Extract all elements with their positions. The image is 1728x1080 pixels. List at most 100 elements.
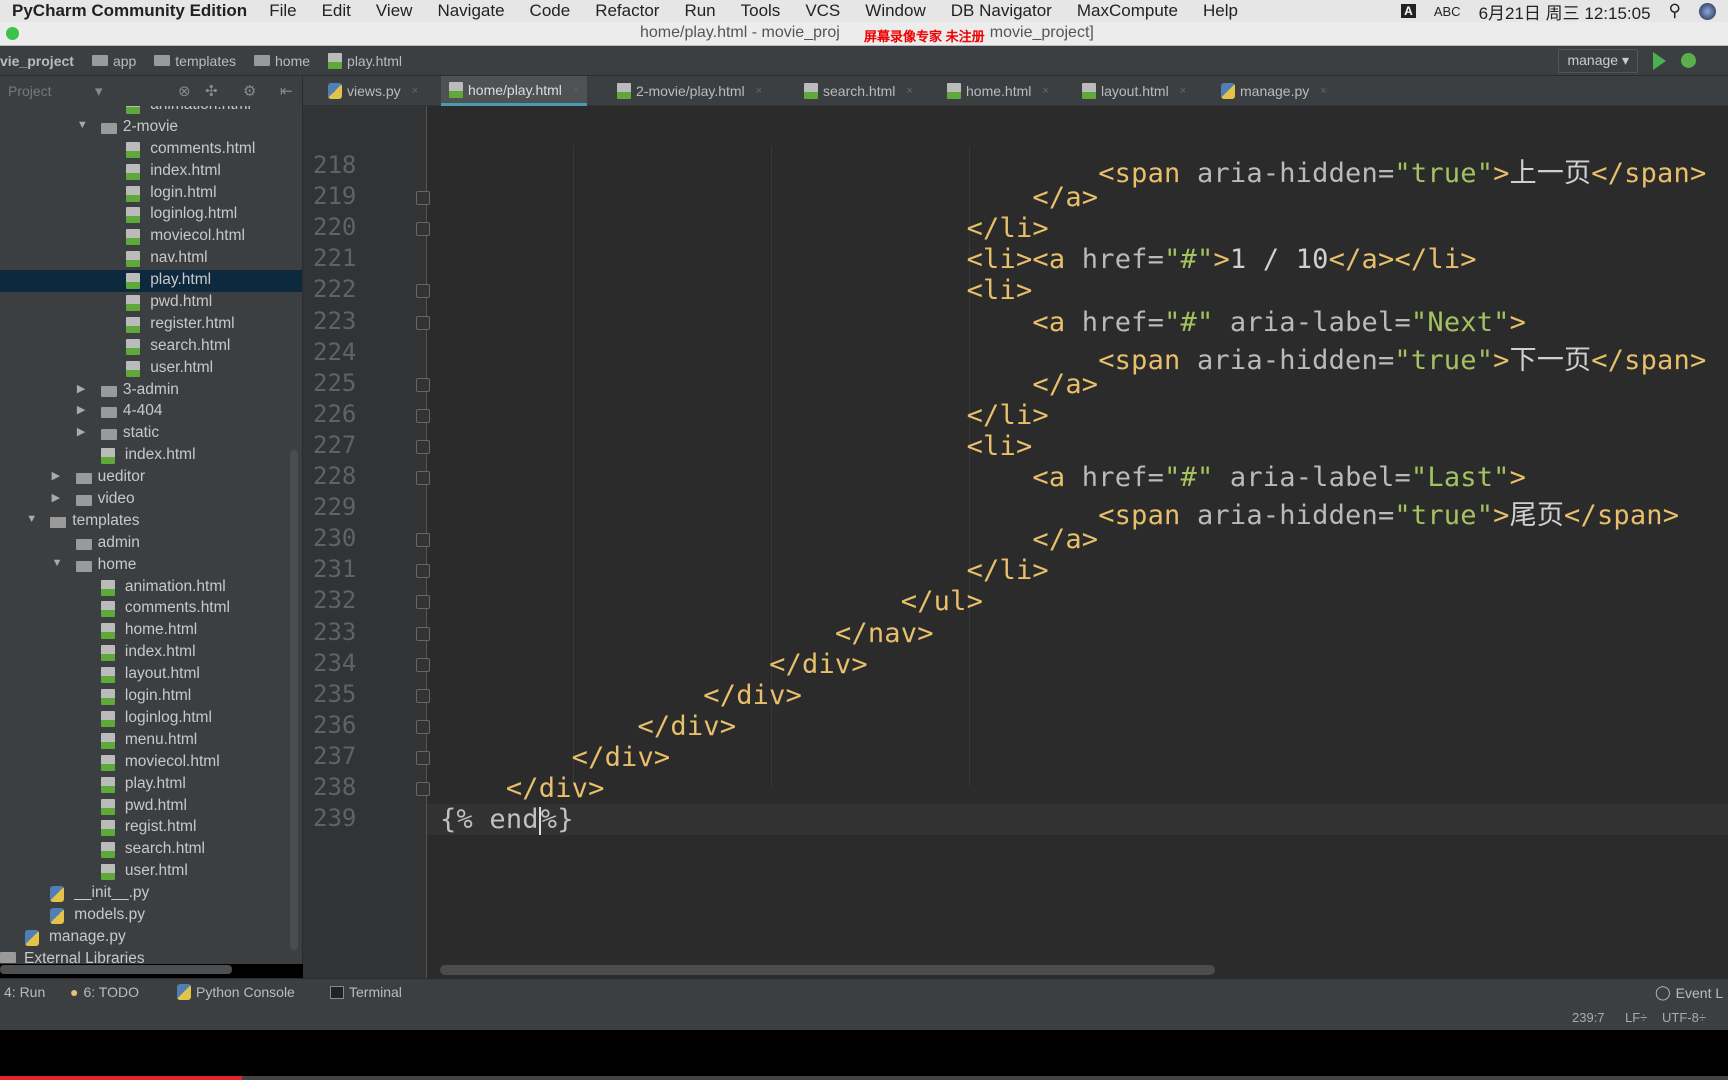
tree-item[interactable]: search.html	[0, 839, 302, 861]
input-source[interactable]: ABC	[1434, 4, 1461, 19]
tree-item[interactable]: index.html	[0, 642, 302, 664]
todo-tool-button[interactable]: ● 6: TODO	[70, 984, 139, 1000]
fold-end-marker[interactable]	[416, 408, 430, 423]
fold-start-marker[interactable]	[416, 471, 430, 485]
close-tab-icon[interactable]: ×	[1042, 85, 1048, 97]
tree-item[interactable]: user.html	[0, 861, 302, 883]
tab-home-play-html[interactable]: home/play.html ×	[441, 76, 588, 106]
tree-item[interactable]: models.py	[0, 905, 302, 927]
tab-manage-py[interactable]: manage.py ×	[1213, 76, 1335, 106]
fold-end-marker[interactable]	[416, 595, 430, 610]
fold-end-marker[interactable]	[416, 657, 430, 672]
tree-item[interactable]: comments.html	[0, 598, 302, 620]
tree-item[interactable]: ▶ 3-admin	[0, 380, 302, 402]
spotlight-search-icon[interactable]: ⚲	[1669, 1, 1681, 21]
line-separator[interactable]: LF÷	[1625, 1010, 1647, 1025]
tab-search-html[interactable]: search.html ×	[796, 76, 921, 106]
chevron-right-icon[interactable]: ▶	[77, 382, 85, 395]
menu-file[interactable]: File	[269, 1, 296, 21]
tree-item[interactable]: nav.html	[0, 248, 302, 270]
close-tab-icon[interactable]: ×	[412, 85, 418, 97]
siri-icon[interactable]	[1699, 2, 1716, 20]
menu-help[interactable]: Help	[1203, 1, 1238, 21]
tree-item[interactable]: home.html	[0, 620, 302, 642]
tree-item[interactable]: play.html	[0, 774, 302, 796]
tree-item[interactable]: loginlog.html	[0, 708, 302, 730]
window-close-button[interactable]	[6, 27, 19, 40]
run-tool-button[interactable]: 4: Run	[4, 984, 45, 1000]
breadcrumb-item[interactable]: templates	[154, 53, 236, 69]
menu-view[interactable]: View	[376, 1, 413, 21]
video-progress-track[interactable]	[0, 1076, 1728, 1080]
tree-item[interactable]: pwd.html	[0, 292, 302, 314]
event-log-button[interactable]: ◯ Event L	[1655, 984, 1723, 1001]
fold-end-marker[interactable]	[416, 533, 430, 548]
fold-end-marker[interactable]	[416, 377, 430, 392]
chevron-down-icon[interactable]: ▼	[26, 513, 37, 525]
tree-item[interactable]: register.html	[0, 314, 302, 336]
fold-end-marker[interactable]	[416, 564, 430, 579]
menu-tools[interactable]: Tools	[741, 1, 781, 21]
file-encoding[interactable]: UTF-8÷	[1662, 1010, 1706, 1025]
tree-item[interactable]: user.html	[0, 358, 302, 380]
tab-2-movie-play-html[interactable]: 2-movie/play.html ×	[609, 76, 770, 106]
breadcrumb-item[interactable]: play.html	[328, 52, 402, 69]
tree-item[interactable]: index.html	[0, 445, 302, 467]
fold-end-marker[interactable]	[416, 719, 430, 734]
menu-code[interactable]: Code	[530, 1, 571, 21]
tree-item[interactable]: menu.html	[0, 730, 302, 752]
tree-horizontal-scrollbar[interactable]	[0, 965, 232, 974]
tree-vertical-scrollbar[interactable]	[290, 450, 298, 950]
tab-views-py[interactable]: views.py ×	[320, 76, 426, 106]
menu-refactor[interactable]: Refactor	[595, 1, 659, 21]
fold-end-marker[interactable]	[416, 191, 430, 206]
fold-end-marker[interactable]	[416, 626, 430, 641]
chevron-down-icon[interactable]: ▼	[77, 119, 88, 131]
chevron-right-icon[interactable]: ▶	[77, 425, 85, 438]
fold-start-marker[interactable]	[416, 284, 430, 299]
tree-item[interactable]: regist.html	[0, 817, 302, 839]
chevron-right-icon[interactable]: ▶	[52, 491, 60, 504]
tab-home-html[interactable]: home.html ×	[939, 76, 1057, 106]
tree-item[interactable]: ▶ 4-404	[0, 401, 302, 423]
fold-end-marker[interactable]	[416, 782, 430, 796]
tree-item[interactable]: comments.html	[0, 139, 302, 161]
tree-item[interactable]: ▼ home	[0, 555, 302, 577]
menu-vcs[interactable]: VCS	[805, 1, 840, 21]
tree-item[interactable]: animation.html	[0, 106, 302, 117]
tree-item[interactable]: ▶ video	[0, 489, 302, 511]
fold-start-marker[interactable]	[416, 315, 430, 330]
close-tab-icon[interactable]: ×	[1180, 85, 1186, 97]
tree-item[interactable]: search.html	[0, 336, 302, 358]
menu-window[interactable]: Window	[865, 1, 925, 21]
hide-panel-icon[interactable]: ⇤	[280, 82, 293, 100]
tree-item[interactable]: index.html	[0, 161, 302, 183]
debug-icon[interactable]	[1681, 53, 1696, 68]
menu-maxcompute[interactable]: MaxCompute	[1077, 1, 1178, 21]
run-icon[interactable]	[1653, 52, 1666, 70]
tree-item[interactable]: ▶ static	[0, 423, 302, 445]
fold-end-marker[interactable]	[416, 750, 430, 765]
close-tab-icon[interactable]: ×	[906, 85, 912, 97]
fold-end-marker[interactable]	[416, 222, 430, 237]
fold-end-marker[interactable]	[416, 688, 430, 703]
collapse-all-icon[interactable]: ⊗	[178, 82, 191, 100]
breadcrumb-item[interactable]: vie_project	[0, 53, 74, 69]
menu-navigate[interactable]: Navigate	[437, 1, 504, 21]
project-view-select[interactable]: Project	[8, 83, 52, 99]
tree-item[interactable]: ▼ 2-movie	[0, 117, 302, 139]
tree-item[interactable]: manage.py	[0, 927, 302, 949]
editor-horizontal-scrollbar[interactable]	[440, 965, 1215, 975]
breadcrumb-item[interactable]: app	[91, 53, 136, 69]
tree-item[interactable]: login.html	[0, 183, 302, 205]
tree-item[interactable]: __init__.py	[0, 883, 302, 905]
close-tab-icon[interactable]: ×	[573, 84, 579, 96]
tree-item[interactable]: pwd.html	[0, 796, 302, 818]
fold-start-marker[interactable]	[416, 439, 430, 454]
close-tab-icon[interactable]: ×	[756, 85, 762, 97]
tree-item[interactable]: moviecol.html	[0, 752, 302, 774]
caret-position[interactable]: 239:7	[1572, 1010, 1605, 1025]
tree-item[interactable]: ▶ ueditor	[0, 467, 302, 489]
terminal-button[interactable]: Terminal	[330, 984, 402, 1000]
code-editor[interactable]: 218 219 220 221 222 223 224 225 226 227 228 229 230 2…	[303, 106, 1728, 978]
